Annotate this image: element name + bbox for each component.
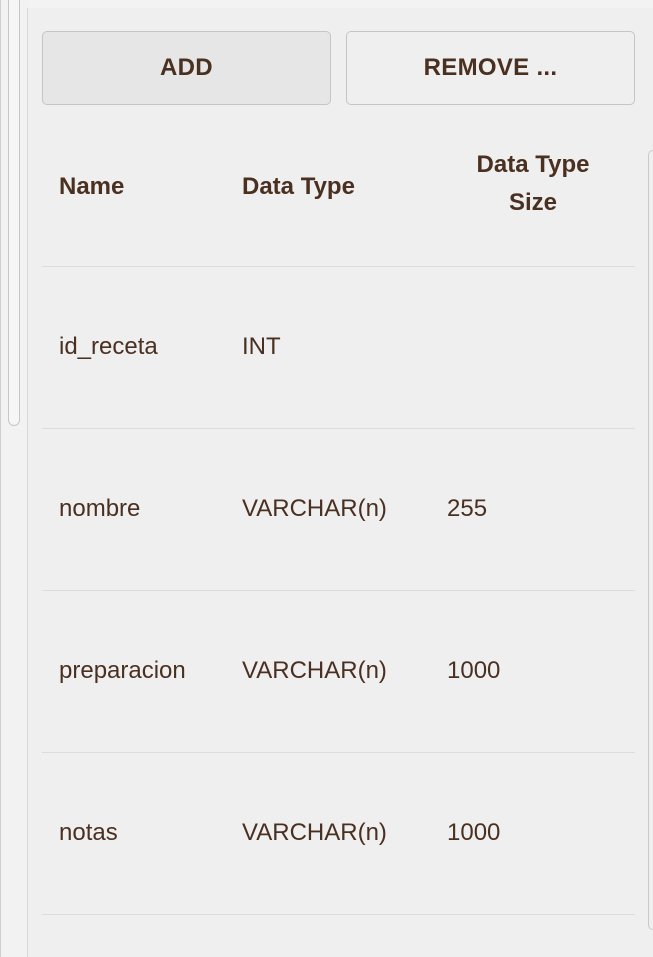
cell-data-type-size: 1000	[447, 819, 501, 846]
table-row[interactable]: nombre VARCHAR(n) 255	[42, 429, 635, 591]
right-scrollbar-edge[interactable]	[648, 150, 653, 930]
cell-data-type-size: 255	[447, 495, 488, 522]
add-button[interactable]: ADD	[42, 31, 331, 105]
cell-name: nombre	[59, 495, 141, 522]
left-border	[0, 0, 1, 957]
cell-name: notas	[59, 819, 118, 846]
header-name: Name	[59, 173, 125, 200]
remove-button[interactable]: REMOVE ...	[346, 31, 635, 105]
cell-name: preparacion	[59, 657, 186, 684]
table-row[interactable]: preparacion VARCHAR(n) 1000	[42, 591, 635, 753]
header-data-type-size: Data Type Size	[448, 146, 618, 222]
table-row[interactable]: notas VARCHAR(n) 1000	[42, 753, 635, 915]
header-data-type-size-line1: Data Type	[476, 151, 590, 178]
cell-data-type: VARCHAR(n)	[242, 819, 387, 846]
table-header: Name Data Type Data Type Size	[42, 106, 635, 267]
cell-name: id_receta	[59, 333, 158, 360]
panel-top-strip	[27, 0, 653, 8]
table-row[interactable]: id_receta INT	[42, 267, 635, 429]
vertical-scrollbar[interactable]	[8, 0, 20, 426]
header-data-type: Data Type	[242, 173, 355, 200]
cell-data-type: INT	[242, 333, 281, 360]
columns-table: Name Data Type Data Type Size id_receta …	[42, 106, 635, 915]
cell-data-type: VARCHAR(n)	[242, 657, 387, 684]
cell-data-type-size: 1000	[447, 657, 501, 684]
cell-data-type: VARCHAR(n)	[242, 495, 387, 522]
header-data-type-size-line2: Size	[508, 189, 558, 216]
